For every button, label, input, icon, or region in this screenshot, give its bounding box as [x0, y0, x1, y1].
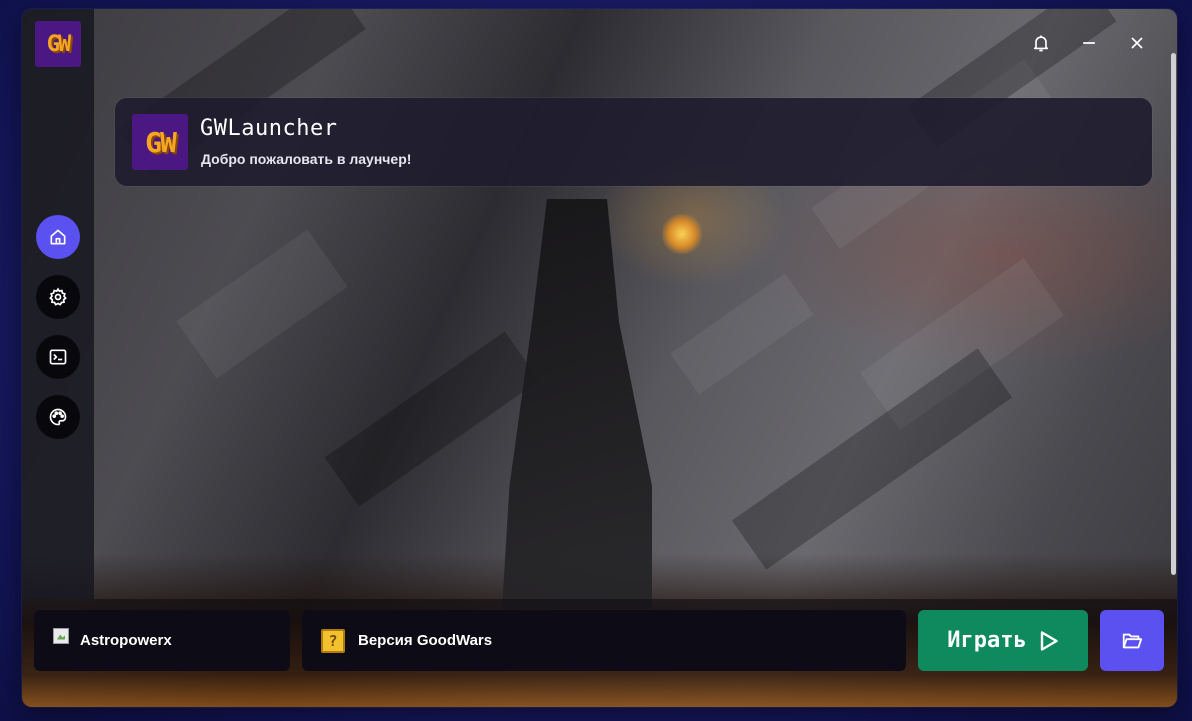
- launcher-window: GW GW GWLauncher Добро пожаловать в лаун…: [22, 9, 1177, 707]
- scrollbar[interactable]: [1171, 53, 1176, 575]
- welcome-subtitle: Добро пожаловать в лаунчер!: [201, 151, 412, 167]
- username-label: Astropowerx: [80, 632, 172, 649]
- sidebar-item-settings[interactable]: [36, 275, 80, 319]
- user-panel[interactable]: Astropowerx: [34, 610, 290, 671]
- sidebar-item-home[interactable]: [36, 215, 80, 259]
- open-folder-button[interactable]: [1100, 610, 1164, 671]
- sidebar: GW: [22, 9, 94, 599]
- version-icon: ?: [321, 628, 345, 653]
- palette-icon: [49, 408, 67, 426]
- gear-icon: [49, 287, 67, 306]
- welcome-title: GWLauncher: [200, 116, 338, 141]
- app-logo: GW: [35, 21, 81, 67]
- minimize-icon: [1083, 42, 1095, 44]
- version-label: Версия GoodWars: [358, 632, 493, 649]
- scene-block: [176, 229, 348, 379]
- play-button[interactable]: Играть: [918, 610, 1088, 671]
- scene-block: [324, 331, 540, 507]
- minimize-button[interactable]: [1077, 31, 1101, 55]
- home-icon: [50, 229, 66, 245]
- folder-open-icon: [1122, 633, 1143, 648]
- sidebar-item-console[interactable]: [36, 335, 80, 379]
- avatar: [53, 627, 69, 644]
- close-icon: [1131, 37, 1143, 49]
- terminal-icon: [49, 349, 67, 365]
- close-button[interactable]: [1125, 31, 1149, 55]
- app-logo-text: GW: [46, 31, 71, 57]
- scene-lava-glow: [662, 214, 702, 254]
- welcome-logo-text: GW: [145, 125, 177, 159]
- play-button-label: Играть: [947, 628, 1027, 653]
- welcome-logo: GW: [132, 114, 188, 170]
- bell-icon: [1033, 35, 1049, 52]
- sidebar-item-themes[interactable]: [36, 395, 80, 439]
- notifications-button[interactable]: [1029, 31, 1053, 55]
- version-selector[interactable]: ? Версия GoodWars: [302, 610, 906, 671]
- play-icon: [1040, 630, 1058, 651]
- welcome-card: GW GWLauncher Добро пожаловать в лаунчер…: [115, 98, 1152, 186]
- scene-block: [670, 273, 814, 395]
